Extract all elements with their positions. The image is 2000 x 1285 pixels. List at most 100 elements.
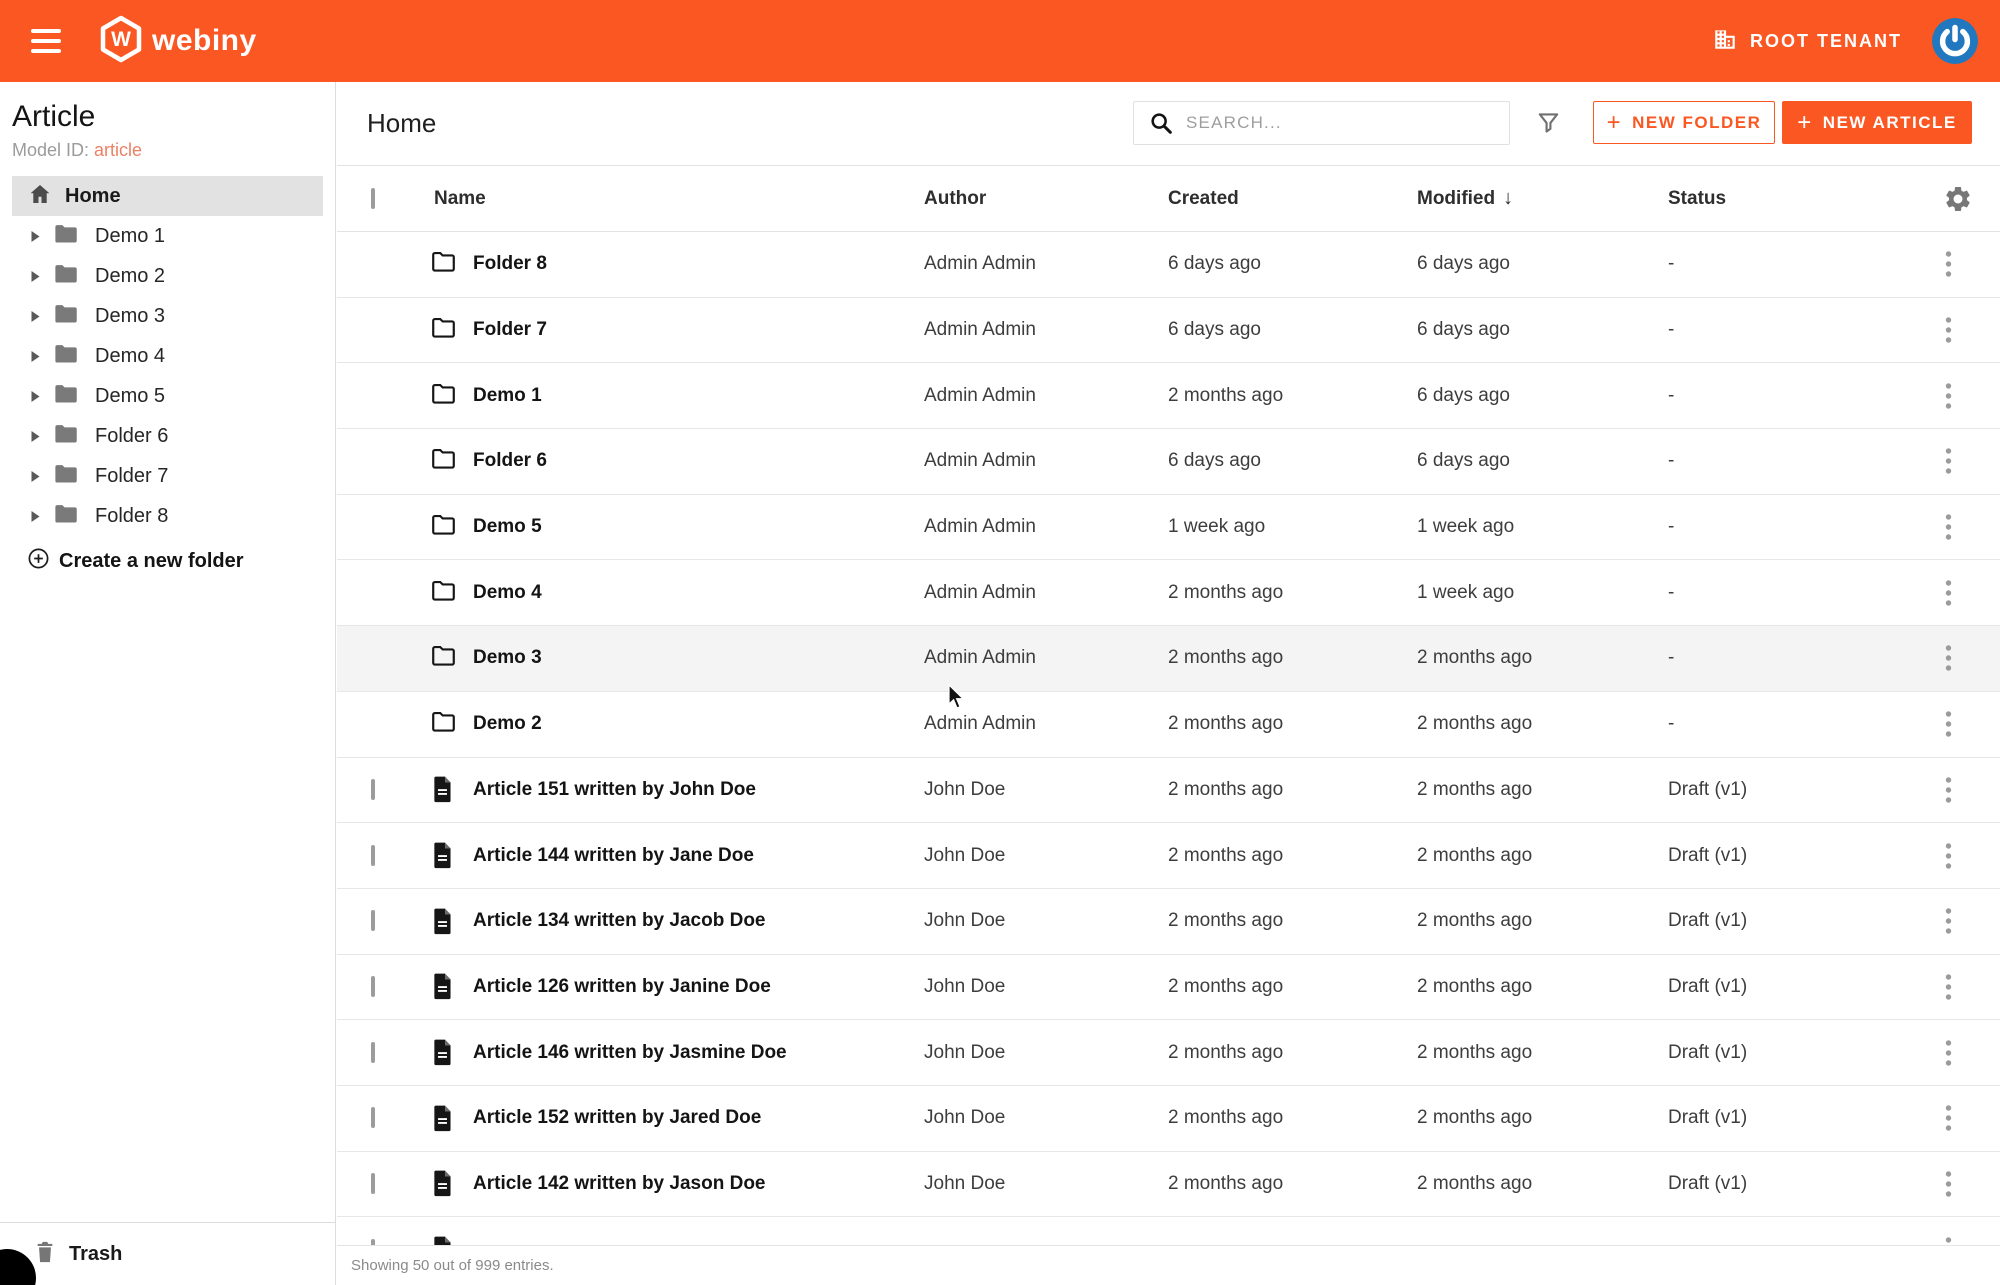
row-actions-kebab-icon[interactable] [1944,512,2000,542]
table-row[interactable]: Article 134 written by Jacob Doe John Do… [337,889,2000,955]
row-checkbox[interactable] [371,1042,375,1063]
column-header-name[interactable]: Name [429,188,924,210]
table-row[interactable]: Demo 3 Admin Admin 2 months ago 2 months… [337,626,2000,692]
chevron-right-icon[interactable] [30,430,42,443]
sidebar-folder-item[interactable]: Folder 6 [0,416,335,456]
row-checkbox[interactable] [371,910,375,931]
table-row[interactable]: Article 144 written by Jane Doe John Doe… [337,823,2000,889]
row-name[interactable]: Article 144 written by Jane Doe [473,845,924,867]
row-actions-kebab-icon[interactable] [1944,1169,2000,1199]
row-name[interactable]: Demo 1 [473,385,924,407]
content-area: Home + NEW FOLDER + NEW ARTICLE Name Aut… [337,82,2000,1285]
row-name[interactable]: Folder 6 [473,450,924,472]
sidebar-item-home[interactable]: Home [12,176,323,216]
select-all-checkbox[interactable] [371,188,375,209]
menu-icon[interactable] [31,29,61,53]
row-name[interactable]: Article 142 written by Jason Doe [473,1173,924,1195]
chevron-right-icon[interactable] [30,230,42,243]
row-actions-kebab-icon[interactable] [1944,249,2000,279]
row-name[interactable]: Demo 3 [473,647,924,669]
folder-icon [52,260,79,292]
row-name[interactable]: Folder 8 [473,253,924,275]
row-created: 2 months ago [1168,713,1417,735]
create-folder-button[interactable]: Create a new folder [0,541,335,581]
sidebar-folder-item[interactable]: Demo 1 [0,216,335,256]
row-author: Admin Admin [924,450,1168,472]
row-actions-kebab-icon[interactable] [1944,446,2000,476]
row-status: Draft (v1) [1668,1107,1927,1129]
row-modified: 1 week ago [1417,582,1668,604]
chevron-right-icon[interactable] [30,310,42,323]
webiny-logo[interactable]: W webiny [99,15,257,68]
table-row[interactable]: Demo 4 Admin Admin 2 months ago 1 week a… [337,560,2000,626]
chevron-right-icon[interactable] [30,470,42,483]
row-created: 6 days ago [1168,319,1417,341]
table-row[interactable]: Demo 5 Admin Admin 1 week ago 1 week ago… [337,495,2000,561]
table-row[interactable]: Article 146 written by Jasmine Doe John … [337,1020,2000,1086]
search-input[interactable] [1186,113,1509,133]
new-article-button[interactable]: + NEW ARTICLE [1782,101,1972,144]
row-actions-kebab-icon[interactable] [1944,906,2000,936]
row-name[interactable]: Article 126 written by Janine Doe [473,976,924,998]
row-name[interactable]: Demo 4 [473,582,924,604]
column-header-status[interactable]: Status [1668,188,1927,210]
chevron-right-icon[interactable] [30,350,42,363]
row-checkbox[interactable] [371,1173,375,1194]
row-actions-kebab-icon[interactable] [1944,841,2000,871]
table-row[interactable]: Article 126 written by Janine Doe John D… [337,955,2000,1021]
new-folder-button[interactable]: + NEW FOLDER [1593,101,1775,144]
trash-button[interactable]: Trash [0,1222,335,1285]
row-name[interactable]: Article 152 written by Jared Doe [473,1107,924,1129]
table-row[interactable]: Folder 6 Admin Admin 6 days ago 6 days a… [337,429,2000,495]
filter-icon[interactable] [1535,109,1562,141]
row-name[interactable]: Article 134 written by Jacob Doe [473,910,924,932]
table-row[interactable]: Article 142 written by Jason Doe John Do… [337,1152,2000,1218]
table-body: Folder 8 Admin Admin 6 days ago 6 days a… [337,232,2000,1285]
row-actions-kebab-icon[interactable] [1944,1038,2000,1068]
row-name[interactable]: Demo 5 [473,516,924,538]
column-header-modified[interactable]: Modified ↓ [1417,187,1668,210]
row-checkbox[interactable] [371,976,375,997]
row-actions-kebab-icon[interactable] [1944,578,2000,608]
sidebar-folder-item[interactable]: Demo 3 [0,296,335,336]
row-created: 2 months ago [1168,1173,1417,1195]
sidebar-folder-item[interactable]: Demo 5 [0,376,335,416]
table-row[interactable]: Folder 7 Admin Admin 6 days ago 6 days a… [337,298,2000,364]
tenant-selector[interactable]: ROOT TENANT [1712,26,1902,57]
folder-icon [429,576,458,610]
row-actions-kebab-icon[interactable] [1944,315,2000,345]
table-row[interactable]: Article 152 written by Jared Doe John Do… [337,1086,2000,1152]
table-row[interactable]: Folder 8 Admin Admin 6 days ago 6 days a… [337,232,2000,298]
row-checkbox[interactable] [371,779,375,800]
row-actions-kebab-icon[interactable] [1944,643,2000,673]
row-checkbox[interactable] [371,845,375,866]
column-header-created[interactable]: Created [1168,188,1417,210]
user-avatar[interactable] [1932,18,1978,64]
row-created: 2 months ago [1168,385,1417,407]
row-actions-kebab-icon[interactable] [1944,972,2000,1002]
row-created: 2 months ago [1168,845,1417,867]
table-row[interactable]: Demo 2 Admin Admin 2 months ago 2 months… [337,692,2000,758]
row-name[interactable]: Demo 2 [473,713,924,735]
sidebar-folder-item[interactable]: Demo 4 [0,336,335,376]
row-name[interactable]: Folder 7 [473,319,924,341]
table-row[interactable]: Demo 1 Admin Admin 2 months ago 6 days a… [337,363,2000,429]
document-icon [429,841,456,870]
chevron-right-icon[interactable] [30,270,42,283]
table-settings-gear-icon[interactable] [1943,184,2000,214]
sidebar-folder-item[interactable]: Demo 2 [0,256,335,296]
row-actions-kebab-icon[interactable] [1944,775,2000,805]
column-header-author[interactable]: Author [924,188,1168,210]
chevron-right-icon[interactable] [30,510,42,523]
row-name[interactable]: Article 151 written by John Doe [473,779,924,801]
row-actions-kebab-icon[interactable] [1944,1103,2000,1133]
sidebar-folder-item[interactable]: Folder 7 [0,456,335,496]
row-actions-kebab-icon[interactable] [1944,709,2000,739]
chevron-right-icon[interactable] [30,390,42,403]
table-row[interactable]: Article 151 written by John Doe John Doe… [337,758,2000,824]
home-icon [28,182,52,211]
row-checkbox[interactable] [371,1107,375,1128]
sidebar-folder-item[interactable]: Folder 8 [0,496,335,536]
row-name[interactable]: Article 146 written by Jasmine Doe [473,1042,924,1064]
row-actions-kebab-icon[interactable] [1944,381,2000,411]
